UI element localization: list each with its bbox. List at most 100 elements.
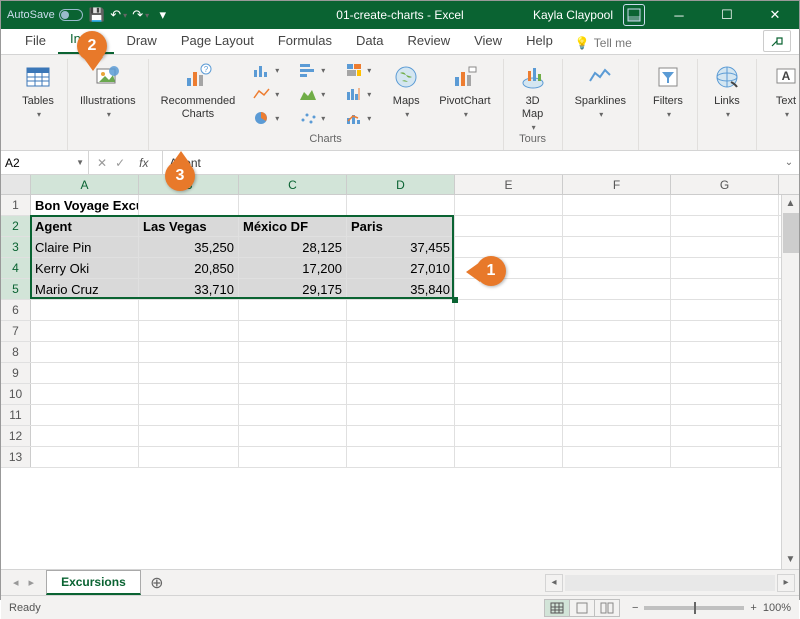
combo-chart-button[interactable]: ▾ — [339, 107, 377, 129]
cell-D10[interactable] — [347, 384, 455, 404]
cell-A13[interactable] — [31, 447, 139, 467]
tab-file[interactable]: File — [13, 29, 58, 54]
cell-D4[interactable]: 27,010 — [347, 258, 455, 278]
cell-B10[interactable] — [139, 384, 239, 404]
select-all-corner[interactable] — [1, 175, 31, 194]
scroll-down-icon[interactable]: ▼ — [782, 551, 799, 569]
row-header-7[interactable]: 7 — [1, 321, 31, 341]
row-header-2[interactable]: 2 — [1, 216, 31, 236]
cell-C13[interactable] — [239, 447, 347, 467]
vertical-scrollbar[interactable]: ▲ ▼ — [781, 195, 799, 569]
cell-B8[interactable] — [139, 342, 239, 362]
cell-C6[interactable] — [239, 300, 347, 320]
cell-A5[interactable]: Mario Cruz — [31, 279, 139, 299]
cell-A8[interactable] — [31, 342, 139, 362]
cell-C7[interactable] — [239, 321, 347, 341]
name-box[interactable]: A2 ▼ — [1, 151, 89, 174]
row-header-1[interactable]: 1 — [1, 195, 31, 215]
zoom-slider[interactable] — [644, 606, 744, 610]
col-header-C[interactable]: C — [239, 175, 347, 194]
cell-D5[interactable]: 35,840 — [347, 279, 455, 299]
name-box-dropdown-icon[interactable]: ▼ — [76, 158, 84, 167]
formula-input[interactable]: Agent — [163, 156, 779, 170]
cell-G1[interactable] — [671, 195, 779, 215]
row-header-11[interactable]: 11 — [1, 405, 31, 425]
cell-C12[interactable] — [239, 426, 347, 446]
cell-A4[interactable]: Kerry Oki — [31, 258, 139, 278]
cell-G4[interactable] — [671, 258, 779, 278]
cell-F13[interactable] — [563, 447, 671, 467]
cell-C10[interactable] — [239, 384, 347, 404]
cell-C2[interactable]: México DF — [239, 216, 347, 236]
user-avatar-icon[interactable] — [623, 4, 645, 26]
cell-F10[interactable] — [563, 384, 671, 404]
col-header-F[interactable]: F — [563, 175, 671, 194]
cell-D9[interactable] — [347, 363, 455, 383]
cell-B3[interactable]: 35,250 — [139, 237, 239, 257]
fx-icon[interactable]: fx — [133, 156, 154, 170]
filters-button[interactable]: Filters▾ — [647, 59, 689, 122]
enter-formula-icon[interactable]: ✓ — [115, 156, 125, 170]
cell-F6[interactable] — [563, 300, 671, 320]
pivotchart-button[interactable]: PivotChart▾ — [435, 59, 494, 122]
text-button[interactable]: A Text▾ — [765, 59, 800, 122]
3d-map-button[interactable]: 3D Map▾ — [512, 59, 554, 135]
expand-formula-bar-icon[interactable]: ⌄ — [779, 157, 799, 168]
hierarchy-chart-button[interactable]: ▾ — [339, 59, 377, 81]
hscroll-track[interactable] — [565, 575, 775, 591]
tell-me-search[interactable]: 💡 Tell me — [565, 32, 642, 54]
cell-A6[interactable] — [31, 300, 139, 320]
spreadsheet-grid[interactable]: ABCDEFG 1Bon Voyage Excursions2AgentLas … — [1, 175, 799, 569]
sheet-nav-last-icon[interactable]: ▸ — [25, 574, 39, 591]
cell-A7[interactable] — [31, 321, 139, 341]
tab-draw[interactable]: Draw — [114, 29, 168, 54]
zoom-out-button[interactable]: − — [632, 602, 638, 614]
cell-D7[interactable] — [347, 321, 455, 341]
cell-F1[interactable] — [563, 195, 671, 215]
close-button[interactable]: ✕ — [753, 1, 797, 29]
cell-G6[interactable] — [671, 300, 779, 320]
cell-D3[interactable]: 37,455 — [347, 237, 455, 257]
cell-F4[interactable] — [563, 258, 671, 278]
cell-C11[interactable] — [239, 405, 347, 425]
cell-A10[interactable] — [31, 384, 139, 404]
statistic-chart-button[interactable]: ▾ — [339, 83, 377, 105]
cell-F8[interactable] — [563, 342, 671, 362]
row-header-3[interactable]: 3 — [1, 237, 31, 257]
tab-formulas[interactable]: Formulas — [266, 29, 344, 54]
col-header-A[interactable]: A — [31, 175, 139, 194]
zoom-level[interactable]: 100% — [763, 602, 791, 614]
row-header-4[interactable]: 4 — [1, 258, 31, 278]
hscroll-right-icon[interactable]: ▸ — [777, 574, 795, 592]
row-header-8[interactable]: 8 — [1, 342, 31, 362]
area-chart-button[interactable]: ▾ — [293, 83, 331, 105]
cell-D2[interactable]: Paris — [347, 216, 455, 236]
scroll-thumb[interactable] — [783, 213, 799, 253]
cell-G2[interactable] — [671, 216, 779, 236]
cell-G10[interactable] — [671, 384, 779, 404]
cell-E3[interactable] — [455, 237, 563, 257]
tab-review[interactable]: Review — [395, 29, 462, 54]
row-header-6[interactable]: 6 — [1, 300, 31, 320]
cell-E9[interactable] — [455, 363, 563, 383]
cell-E12[interactable] — [455, 426, 563, 446]
new-sheet-button[interactable]: ⊕ — [145, 571, 169, 595]
cell-B11[interactable] — [139, 405, 239, 425]
cell-E5[interactable] — [455, 279, 563, 299]
scroll-up-icon[interactable]: ▲ — [782, 195, 799, 213]
row-header-5[interactable]: 5 — [1, 279, 31, 299]
cell-A9[interactable] — [31, 363, 139, 383]
cell-B7[interactable] — [139, 321, 239, 341]
cell-B9[interactable] — [139, 363, 239, 383]
cell-F9[interactable] — [563, 363, 671, 383]
cell-D6[interactable] — [347, 300, 455, 320]
cell-C4[interactable]: 17,200 — [239, 258, 347, 278]
row-header-10[interactable]: 10 — [1, 384, 31, 404]
user-name[interactable]: Kayla Claypool — [527, 8, 619, 22]
cell-B5[interactable]: 33,710 — [139, 279, 239, 299]
cell-F7[interactable] — [563, 321, 671, 341]
sheet-tab-excursions[interactable]: Excursions — [46, 570, 141, 595]
cell-E11[interactable] — [455, 405, 563, 425]
cell-A3[interactable]: Claire Pin — [31, 237, 139, 257]
row-header-12[interactable]: 12 — [1, 426, 31, 446]
